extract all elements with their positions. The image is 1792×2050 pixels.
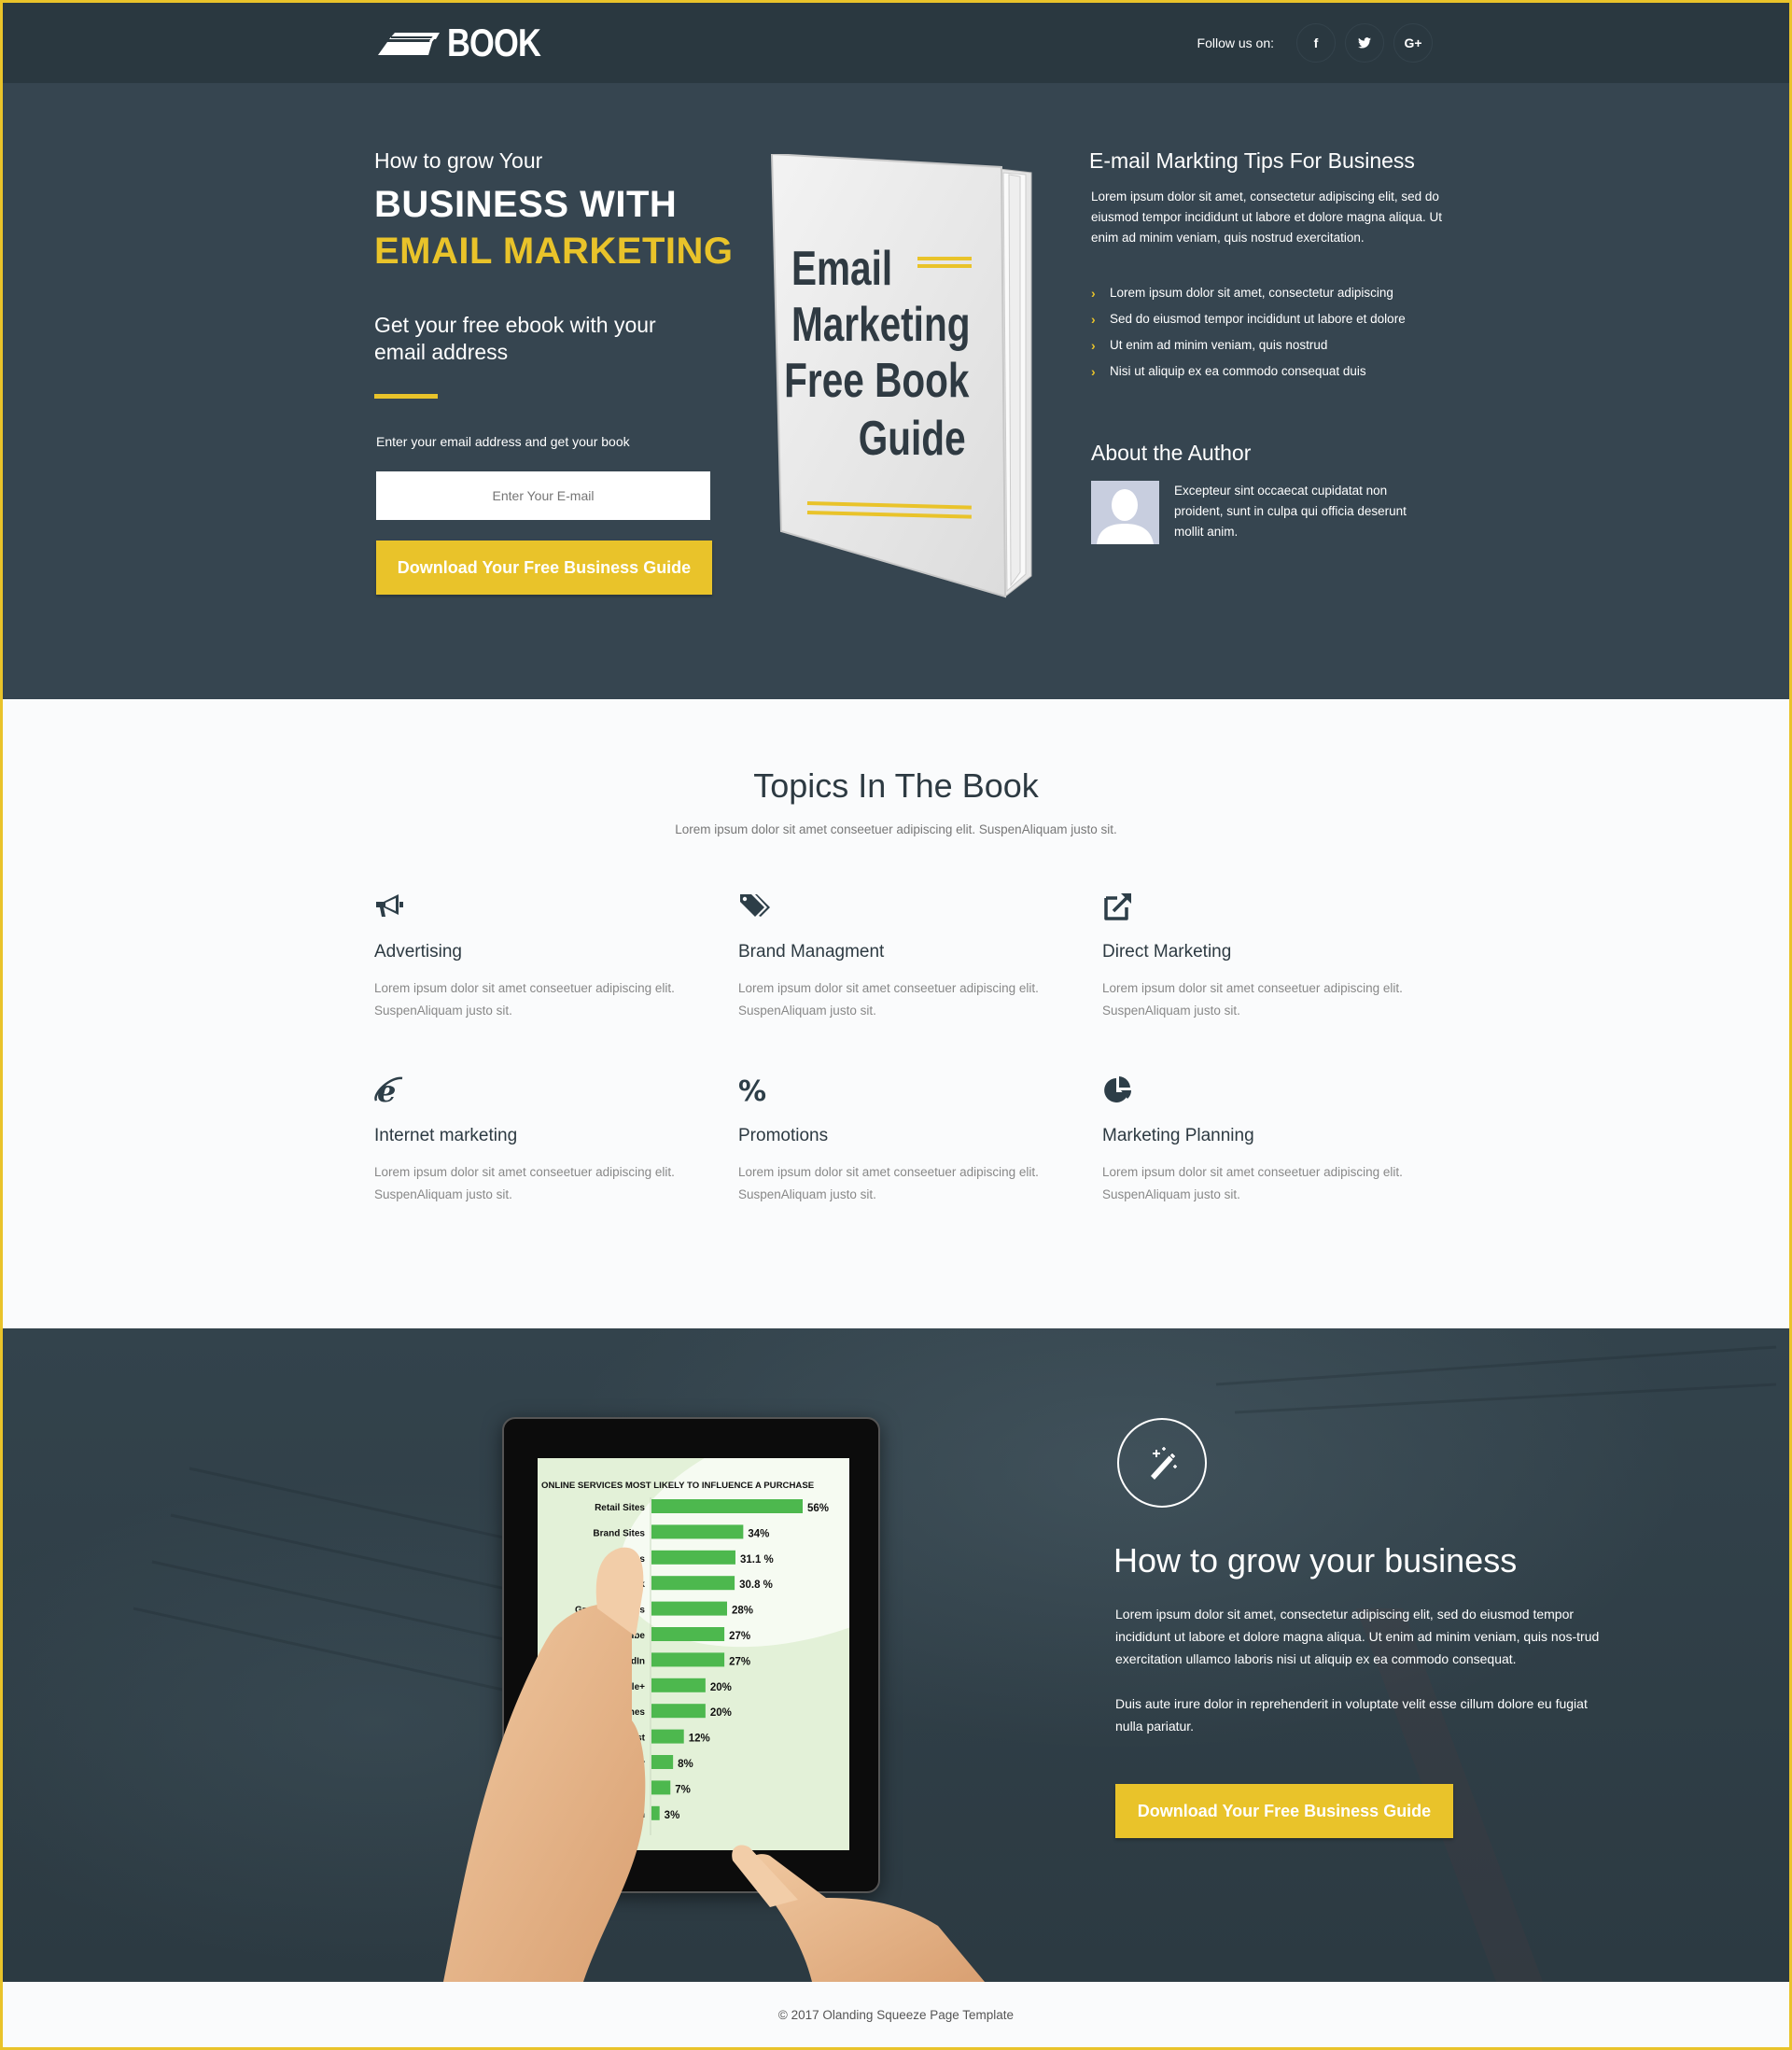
topic-card: e Internet marketing Lorem ipsum dolor s… bbox=[374, 1074, 738, 1206]
tips-panel: E-mail Markting Tips For Business Lorem … bbox=[1089, 148, 1444, 544]
hero-title-line2: EMAIL MARKETING bbox=[374, 231, 734, 272]
tip-text: Sed do eiusmod tempor incididunt ut labo… bbox=[1110, 312, 1406, 326]
magic-wand-icon bbox=[1151, 1447, 1177, 1480]
topic-title: Brand Managment bbox=[738, 942, 885, 962]
google-plus-link[interactable]: G+ bbox=[1393, 23, 1433, 63]
topic-card: Brand Managment Lorem ipsum dolor sit am… bbox=[738, 891, 1102, 1022]
site-header: BOOK Follow us on: f G+ bbox=[3, 3, 1789, 83]
hero-signup: How to grow Your BUSINESS WITH EMAIL MAR… bbox=[374, 148, 748, 595]
hero-title-line1: BUSINESS WITH bbox=[374, 184, 678, 225]
pie-chart-icon bbox=[1104, 1076, 1132, 1102]
topic-card: Advertising Lorem ipsum dolor sit amet c… bbox=[374, 891, 738, 1022]
email-input[interactable] bbox=[376, 471, 710, 520]
hero-section: How to grow Your BUSINESS WITH EMAIL MAR… bbox=[3, 83, 1789, 699]
percent-icon: % bbox=[738, 1075, 766, 1108]
tips-paragraph: Lorem ipsum dolor sit amet, consectetur … bbox=[1091, 190, 1442, 245]
chevron-right-icon: › bbox=[1091, 312, 1096, 327]
tip-text: Ut enim ad minim veniam, quis nostrud bbox=[1110, 338, 1328, 352]
tablet-illustration: ONLINE SERVICES MOST LIKELY TO INFLUENCE… bbox=[359, 1328, 1013, 1982]
book-cover-line-2: Marketing bbox=[791, 297, 971, 351]
twitter-icon bbox=[1358, 37, 1371, 49]
logo-text: BOOK bbox=[447, 21, 541, 64]
site-footer: © 2017 Olanding Squeeze Page Template bbox=[3, 1982, 1789, 2047]
topic-title: Advertising bbox=[374, 942, 462, 962]
facebook-icon: f bbox=[1313, 35, 1319, 50]
download-guide-button-2[interactable]: Download Your Free Business Guide bbox=[1115, 1784, 1453, 1838]
google-plus-icon: G+ bbox=[1404, 35, 1422, 50]
bullhorn-icon bbox=[376, 894, 403, 917]
grow-content: How to grow your business Lorem ipsum do… bbox=[1113, 1418, 1636, 1838]
topic-text: Lorem ipsum dolor sit amet conseetuer ad… bbox=[374, 981, 675, 1018]
book-logo-icon bbox=[378, 33, 440, 55]
tips-title: E-mail Markting Tips For Business bbox=[1089, 148, 1415, 173]
chevron-right-icon: › bbox=[1091, 364, 1096, 379]
topic-title: Promotions bbox=[738, 1126, 829, 1145]
tips-list: › Lorem ipsum dolor sit amet, consectetur… bbox=[1089, 280, 1444, 385]
follow-label: Follow us on: bbox=[1197, 35, 1274, 50]
author-avatar bbox=[1091, 481, 1159, 544]
author-bio: Excepteur sint occaecat cupidatat non pr… bbox=[1174, 484, 1407, 539]
download-guide-button[interactable]: Download Your Free Business Guide bbox=[376, 541, 712, 595]
topic-text: Lorem ipsum dolor sit amet conseetuer ad… bbox=[738, 981, 1039, 1018]
hero-pretitle: How to grow Your bbox=[374, 148, 543, 173]
svg-text:%: % bbox=[738, 1075, 766, 1106]
tip-text: Lorem ipsum dolor sit amet, consectetur … bbox=[1110, 286, 1393, 300]
book-cover-line-3: Free Book bbox=[784, 353, 969, 407]
grow-title: How to grow your business bbox=[1113, 1541, 1518, 1580]
hands-image bbox=[443, 1547, 985, 1982]
chevron-right-icon: › bbox=[1091, 338, 1096, 353]
email-label: Enter your email address and get your bo… bbox=[376, 434, 630, 449]
topics-section: Topics In The Book Lorem ipsum dolor sit… bbox=[3, 699, 1789, 1328]
topic-text: Lorem ipsum dolor sit amet conseetuer ad… bbox=[1102, 981, 1403, 1018]
book-cover-line-1: Email bbox=[791, 241, 892, 295]
topics-lead: Lorem ipsum dolor sit amet conseetuer ad… bbox=[675, 822, 1117, 836]
book-cover-line-4: Guide bbox=[859, 411, 966, 465]
tips-list-item: › Nisi ut aliquip ex ea commodo consequat… bbox=[1091, 358, 1444, 385]
topic-title: Marketing Planning bbox=[1102, 1126, 1254, 1145]
tips-list-item: › Lorem ipsum dolor sit amet, consectetur… bbox=[1091, 280, 1444, 306]
topics-grid: Advertising Lorem ipsum dolor sit amet c… bbox=[359, 891, 1433, 1206]
topic-card: Direct Marketing Lorem ipsum dolor sit a… bbox=[1102, 891, 1466, 1022]
social-links: Follow us on: f G+ bbox=[1197, 23, 1433, 63]
grow-paragraph-1: Lorem ipsum dolor sit amet, consectetur … bbox=[1115, 1607, 1600, 1666]
topic-card: % Promotions Lorem ipsum dolor sit amet … bbox=[738, 1074, 1102, 1206]
magic-wand-badge bbox=[1117, 1418, 1207, 1508]
ebook-cover-image: Email Marketing Free Book Guide bbox=[770, 154, 1032, 598]
page: BOOK Follow us on: f G+ How to grow Your… bbox=[3, 3, 1789, 2047]
copyright-text: © 2017 Olanding Squeeze Page Template bbox=[777, 2007, 1015, 2022]
topic-title: Internet marketing bbox=[374, 1126, 518, 1145]
topics-title: Topics In The Book bbox=[753, 766, 1039, 805]
topic-text: Lorem ipsum dolor sit amet conseetuer ad… bbox=[1102, 1165, 1403, 1201]
topic-text: Lorem ipsum dolor sit amet conseetuer ad… bbox=[374, 1165, 675, 1201]
twitter-link[interactable] bbox=[1345, 23, 1384, 63]
grow-paragraph-2: Duis aute irure dolor in reprehenderit i… bbox=[1115, 1696, 1588, 1734]
topic-card: Marketing Planning Lorem ipsum dolor sit… bbox=[1102, 1074, 1466, 1206]
chevron-right-icon: › bbox=[1091, 286, 1096, 301]
grow-section: ONLINE SERVICES MOST LIKELY TO INFLUENCE… bbox=[3, 1328, 1789, 1982]
user-silhouette-icon bbox=[1097, 489, 1154, 544]
hero-subtitle: Get your free ebook with your email addr… bbox=[374, 313, 656, 364]
topic-title: Direct Marketing bbox=[1102, 942, 1232, 962]
tips-list-item: › Sed do eiusmod tempor incididunt ut lab… bbox=[1091, 306, 1444, 332]
tips-list-item: › Ut enim ad minim veniam, quis nostrud bbox=[1091, 332, 1444, 358]
internet-explorer-icon: e bbox=[374, 1074, 403, 1109]
author-title: About the Author bbox=[1091, 441, 1252, 465]
accent-divider bbox=[374, 394, 438, 399]
topic-text: Lorem ipsum dolor sit amet conseetuer ad… bbox=[738, 1165, 1039, 1201]
external-link-icon bbox=[1104, 893, 1131, 920]
logo[interactable]: BOOK bbox=[374, 21, 561, 65]
facebook-link[interactable]: f bbox=[1296, 23, 1336, 63]
tip-text: Nisi ut aliquip ex ea commodo consequat … bbox=[1110, 364, 1366, 378]
author-card: Excepteur sint occaecat cupidatat non pr… bbox=[1089, 481, 1444, 544]
tags-icon bbox=[740, 894, 770, 917]
